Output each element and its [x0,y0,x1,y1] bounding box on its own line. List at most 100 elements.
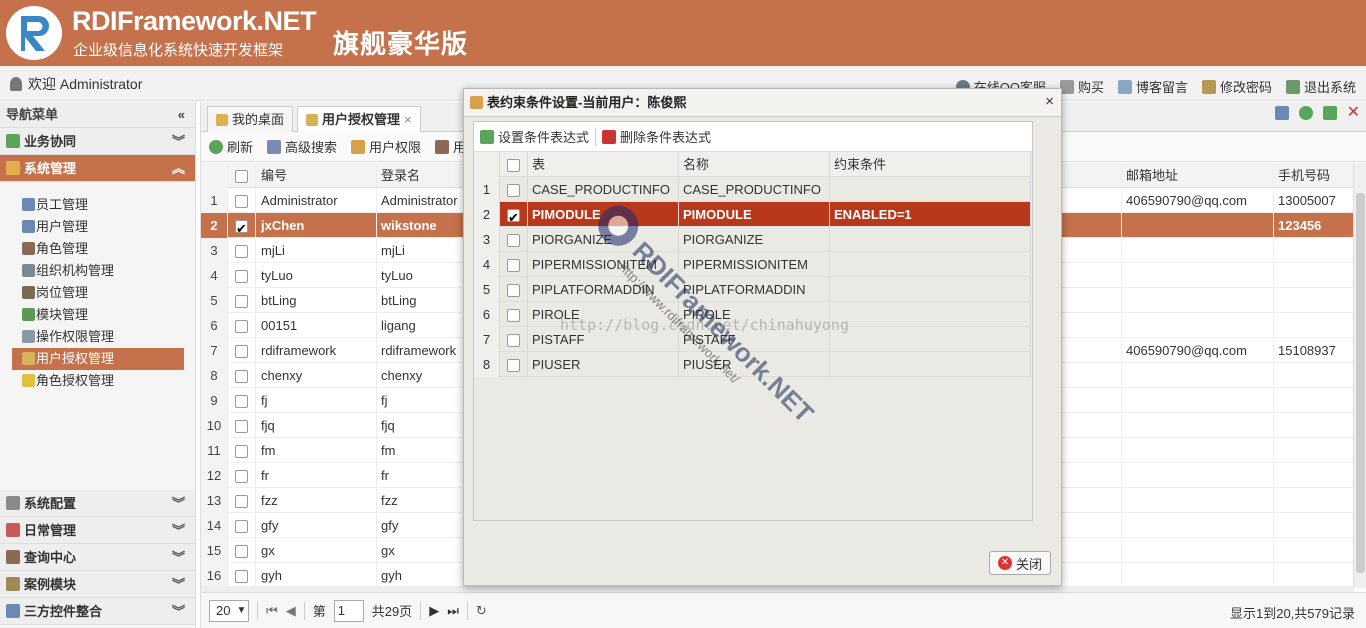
close-tab-icon[interactable]: × [404,108,412,132]
scroll-thumb[interactable] [1356,193,1365,573]
row-checkbox[interactable] [500,227,528,252]
next-page-button[interactable]: ▶ [429,603,439,619]
change-password-link[interactable]: 修改密码 [1201,77,1272,96]
row-checkbox[interactable] [228,338,256,363]
tab-user-auth[interactable]: 用户授权管理 × [297,106,421,132]
page-label-post: 共29页 [371,604,413,619]
row-checkbox[interactable] [228,313,256,338]
page-label-pre: 第 [312,604,326,619]
row-checkbox[interactable] [228,413,256,438]
cell-id: fj [256,388,377,413]
row-checkbox[interactable] [228,238,256,263]
row-checkbox[interactable] [500,177,528,202]
page-number-input[interactable]: 1 [333,599,364,622]
advanced-search-button[interactable]: 高级搜索 [267,137,337,156]
row-checkbox[interactable] [500,327,528,352]
set-expression-button[interactable]: 设置条件表达式 [480,127,589,146]
table-row[interactable]: 4 PIPERMISSIONITEM PIPERMISSIONITEM [474,252,1031,277]
cart-icon [1059,79,1074,94]
calendar-icon [6,523,20,537]
nav-group-business[interactable]: 业务协同 ︾ [0,128,195,155]
page-size-select[interactable]: 20 ▼ [209,599,249,622]
nav-group[interactable]: 三方控件整合 ︾ [0,598,195,625]
row-checkbox[interactable] [228,538,256,563]
table-row[interactable]: 6 PIROLE PIROLE [474,302,1031,327]
sidebar-item[interactable]: 角色授权管理 [12,370,184,392]
shield-icon [6,161,20,175]
close-all-icon[interactable]: ✕ [1347,105,1360,121]
row-checkbox[interactable] [228,213,256,238]
nav-group[interactable]: 系统配置 ︾ [0,490,195,517]
row-checkbox[interactable] [228,513,256,538]
table-row[interactable]: 5 PIPLATFORMADDIN PIPLATFORMADDIN [474,277,1031,302]
sidebar-item[interactable]: 模块管理 [12,304,184,326]
delete-expression-button[interactable]: 删除条件表达式 [602,127,711,146]
sidebar-item[interactable]: 操作权限管理 [12,326,184,348]
prev-page-button[interactable]: ◀ [286,603,296,619]
delete-expression-icon [602,129,617,144]
cell-phone [1274,388,1354,413]
row-checkbox[interactable] [228,363,256,388]
checkbox [507,284,520,298]
sidebar-item[interactable]: 用户授权管理 [12,348,184,370]
sidebar-item[interactable]: 员工管理 [12,194,184,216]
checkbox [235,495,248,509]
sidebar-item[interactable]: 组织机构管理 [12,260,184,282]
row-checkbox[interactable] [500,277,528,302]
first-page-button[interactable]: ⏮ [266,603,278,619]
sidebar-item[interactable]: 用户管理 [12,216,184,238]
row-number: 5 [201,288,228,313]
sidebar-item[interactable]: 角色管理 [12,238,184,260]
cell-phone: 15108937 [1274,338,1354,363]
select-all-checkbox[interactable] [228,163,256,188]
row-checkbox[interactable] [228,263,256,288]
row-checkbox[interactable] [500,302,528,327]
row-checkbox[interactable] [228,388,256,413]
grid-vertical-scrollbar[interactable] [1353,163,1366,588]
checkbox [235,245,248,259]
row-checkbox[interactable] [500,202,528,227]
dialog-close-icon[interactable]: × [1045,93,1054,110]
refresh-button[interactable]: 刷新 [209,137,253,156]
nav-group[interactable]: 案例模块 ︾ [0,571,195,598]
column-header-name[interactable]: 名称 [679,152,830,177]
reload-page-icon[interactable]: ↻ [476,603,487,619]
table-row[interactable]: 8 PIUSER PIUSER [474,352,1031,377]
row-checkbox[interactable] [500,352,528,377]
table-row[interactable]: 2PIMODULEPIMODULEENABLED=1 [474,202,1031,227]
fullscreen-icon[interactable] [1322,106,1337,120]
nav-group-system[interactable]: 系统管理 ︽ [0,155,195,182]
column-header-id[interactable]: 编号 [256,163,377,188]
dialog-close-button[interactable]: ✕ 关闭 [988,551,1051,575]
row-checkbox[interactable] [228,288,256,313]
table-row[interactable]: 7 PISTAFF PISTAFF [474,327,1031,352]
row-checkbox[interactable] [228,188,256,213]
refresh-tab-icon[interactable] [1298,106,1313,120]
row-checkbox[interactable] [228,438,256,463]
row-checkbox[interactable] [228,563,256,588]
row-checkbox[interactable] [228,488,256,513]
tab-desktop[interactable]: 我的桌面 [207,106,294,132]
buy-link[interactable]: 购买 [1059,77,1104,96]
logout-link[interactable]: 退出系统 [1285,77,1356,96]
save-layout-icon[interactable] [1274,106,1289,120]
row-number-header [474,152,500,177]
column-header-condition[interactable]: 约束条件 [830,152,1031,177]
nav-group[interactable]: 日常管理 ︾ [0,517,195,544]
select-all-checkbox[interactable] [500,152,528,177]
row-checkbox[interactable] [228,463,256,488]
collapse-sidebar-button[interactable]: « [178,102,185,128]
dialog-panel: 设置条件表达式 删除条件表达式 表 名称 约束条件 1 CASE_PRODUCTI… [473,121,1033,521]
column-header-phone[interactable]: 手机号码 [1274,163,1354,188]
row-checkbox[interactable] [500,252,528,277]
column-header-mail[interactable]: 邮箱地址 [1122,163,1274,188]
blog-link[interactable]: 博客留言 [1117,77,1188,96]
sidebar-item[interactable]: 岗位管理 [12,282,184,304]
cell-id: gyh [256,563,377,588]
last-page-button[interactable]: ⏭ [447,603,459,619]
column-header-table[interactable]: 表 [528,152,679,177]
user-permission-button[interactable]: 用户权限 [351,137,421,156]
nav-group[interactable]: 查询中心 ︾ [0,544,195,571]
table-row[interactable]: 3 PIORGANIZE PIORGANIZE [474,227,1031,252]
table-row[interactable]: 1 CASE_PRODUCTINFO CASE_PRODUCTINFO [474,177,1031,202]
